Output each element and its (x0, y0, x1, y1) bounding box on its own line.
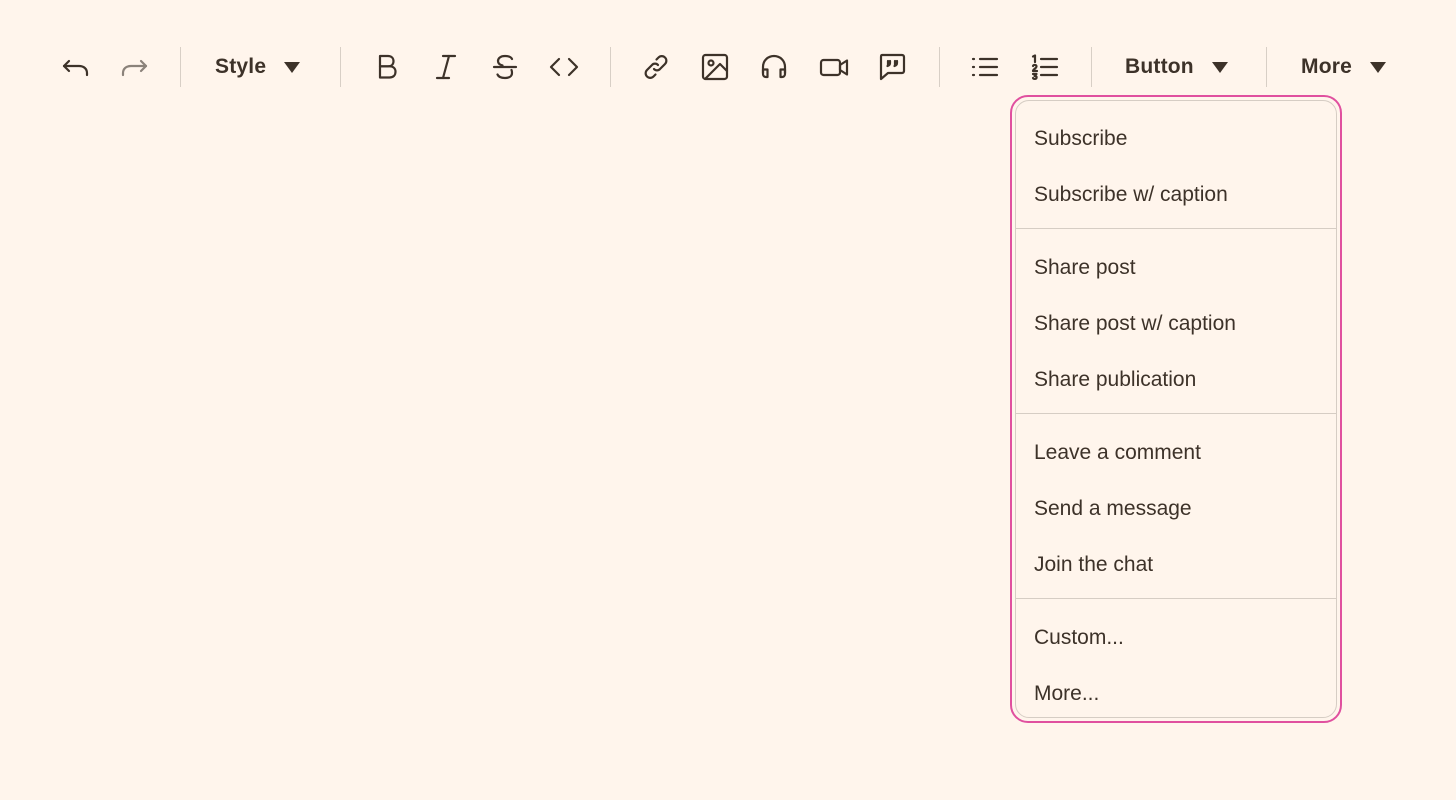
more-dropdown-label: More (1301, 55, 1352, 78)
image-icon (701, 53, 729, 81)
toolbar-divider (1091, 47, 1092, 87)
menu-item-more[interactable]: More... (1034, 682, 1099, 706)
button-dropdown-menu: Subscribe Subscribe w/ caption Share pos… (1010, 95, 1342, 723)
image-button[interactable] (697, 44, 733, 90)
menu-separator (1016, 228, 1336, 229)
pullquote-button[interactable] (874, 44, 910, 90)
code-icon (549, 57, 579, 77)
menu-item-share-publication[interactable]: Share publication (1034, 368, 1196, 392)
redo-button[interactable] (116, 44, 152, 90)
menu-item-join-chat[interactable]: Join the chat (1034, 553, 1153, 577)
toolbar-divider (610, 47, 611, 87)
link-button[interactable] (638, 44, 674, 90)
strikethrough-icon (492, 54, 518, 80)
menu-separator (1016, 413, 1336, 414)
menu-item-leave-comment[interactable]: Leave a comment (1034, 441, 1201, 465)
italic-button[interactable] (429, 44, 463, 90)
quote-bubble-icon (879, 53, 906, 81)
toolbar-divider (1266, 47, 1267, 87)
menu-item-share-post-caption[interactable]: Share post w/ caption (1034, 312, 1236, 336)
undo-button[interactable] (58, 44, 94, 90)
numbered-list-icon (1031, 54, 1059, 81)
caret-down-icon (1369, 61, 1386, 73)
italic-icon (435, 54, 457, 80)
numbered-list-button[interactable] (1027, 44, 1063, 90)
caret-down-icon (284, 61, 301, 73)
caret-down-icon (1211, 61, 1228, 73)
headphones-icon (761, 54, 787, 79)
redo-icon (121, 59, 148, 77)
bold-icon (378, 54, 397, 79)
link-icon (644, 55, 668, 79)
video-button[interactable] (815, 44, 853, 90)
bold-button[interactable] (370, 44, 404, 90)
menu-item-subscribe-caption[interactable]: Subscribe w/ caption (1034, 183, 1228, 207)
strikethrough-button[interactable] (488, 44, 522, 90)
button-dropdown-menu-panel: Subscribe Subscribe w/ caption Share pos… (1015, 100, 1337, 718)
toolbar-divider (180, 47, 181, 87)
menu-separator (1016, 598, 1336, 599)
button-dropdown-label: Button (1125, 55, 1194, 78)
style-dropdown[interactable]: Style (215, 44, 301, 90)
menu-item-send-message[interactable]: Send a message (1034, 497, 1192, 521)
style-dropdown-label: Style (215, 55, 267, 78)
more-dropdown[interactable]: More (1301, 44, 1386, 90)
audio-button[interactable] (756, 44, 792, 90)
toolbar-divider (939, 47, 940, 87)
menu-item-share-post[interactable]: Share post (1034, 256, 1136, 280)
button-dropdown[interactable]: Button (1125, 44, 1228, 90)
bullet-list-button[interactable] (967, 44, 1003, 90)
video-camera-icon (819, 58, 849, 77)
bullet-list-icon (971, 57, 999, 77)
menu-item-subscribe[interactable]: Subscribe (1034, 127, 1127, 151)
undo-icon (62, 59, 89, 77)
toolbar-divider (340, 47, 341, 87)
code-button[interactable] (545, 44, 583, 90)
menu-item-custom[interactable]: Custom... (1034, 626, 1124, 650)
